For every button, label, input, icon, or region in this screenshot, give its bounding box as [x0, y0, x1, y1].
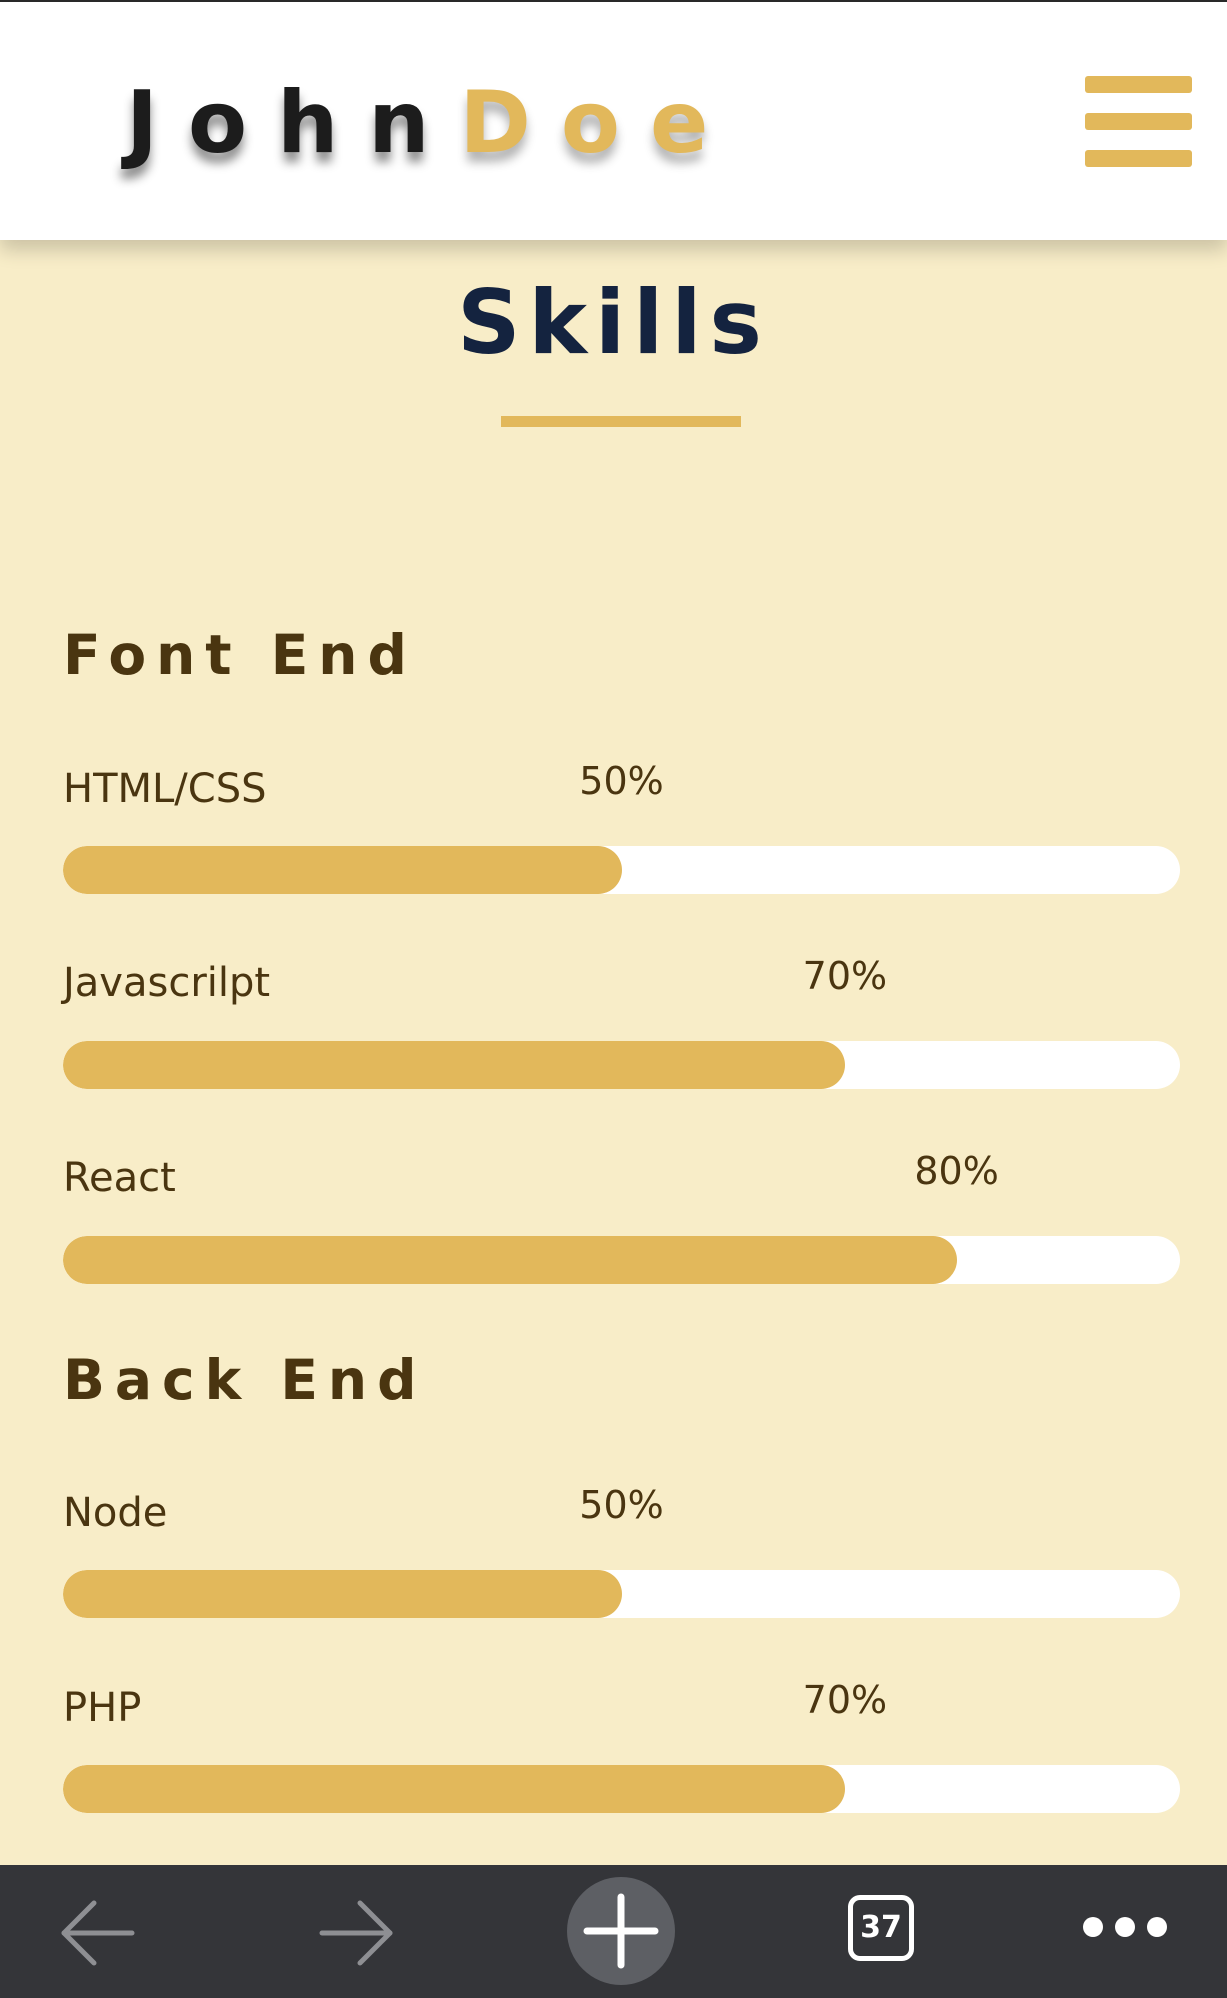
- menu-line: [1085, 113, 1192, 130]
- skill-progress-bar: [63, 1570, 1180, 1618]
- menu-line: [1085, 76, 1192, 93]
- group-heading-front-end: Font End: [63, 623, 417, 687]
- skill-progress-bar: [63, 1765, 1180, 1813]
- skill-percent: 50%: [579, 759, 664, 803]
- skill-name: HTML/CSS: [63, 766, 267, 812]
- skill-percent: 50%: [579, 1483, 664, 1527]
- skill-name: React: [63, 1155, 176, 1201]
- logo[interactable]: JohnDoe: [126, 68, 738, 178]
- skill-progress-fill: [63, 1570, 622, 1618]
- skill-progress-fill: [63, 1041, 845, 1089]
- arrow-left-icon[interactable]: [56, 1893, 136, 1973]
- skill-progress-fill: [63, 846, 622, 894]
- skill-progress-bar: [63, 846, 1180, 894]
- skill-name: Node: [63, 1490, 168, 1536]
- arrow-right-icon[interactable]: [318, 1893, 398, 1973]
- skill-percent: 80%: [914, 1149, 999, 1193]
- skill-name: Javascrilpt: [63, 960, 271, 1006]
- skill-progress-bar: [63, 1236, 1180, 1284]
- skill-progress-fill: [63, 1236, 957, 1284]
- plus-icon: [583, 1893, 659, 1969]
- hamburger-menu-icon[interactable]: [1085, 74, 1192, 170]
- new-tab-button[interactable]: [567, 1877, 675, 1985]
- menu-line: [1085, 150, 1192, 167]
- more-dots-icon[interactable]: [1082, 1915, 1168, 1939]
- group-heading-back-end: Back End: [63, 1348, 427, 1412]
- tab-count-button[interactable]: 37: [848, 1895, 914, 1961]
- skill-progress-bar: [63, 1041, 1180, 1089]
- site-header: JohnDoe: [0, 2, 1227, 240]
- logo-first-name: John: [126, 73, 460, 173]
- skill-percent: 70%: [802, 1678, 888, 1722]
- skill-percent: 70%: [802, 954, 888, 998]
- title-underline: [501, 416, 741, 427]
- section-title: Skills: [457, 271, 770, 374]
- skill-progress-fill: [63, 1765, 845, 1813]
- logo-last-name: Doe: [459, 73, 739, 173]
- skill-name: PHP: [63, 1685, 142, 1731]
